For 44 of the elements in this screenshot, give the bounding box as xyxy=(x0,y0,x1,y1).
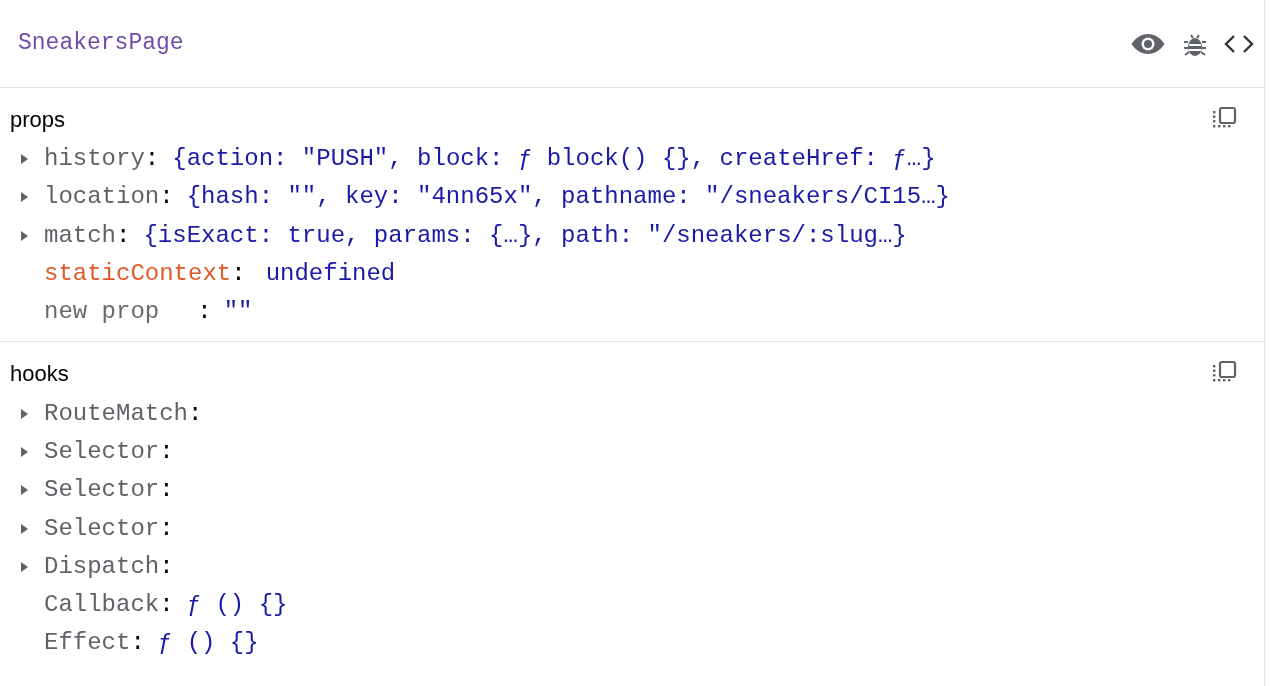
colon: : xyxy=(159,513,174,544)
section-title: hooks xyxy=(10,360,69,388)
prop-name: location xyxy=(44,182,160,213)
colon: : xyxy=(130,628,145,659)
eye-icon[interactable] xyxy=(1130,31,1166,56)
prop-name: Dispatch xyxy=(44,551,160,582)
prop-name: RouteMatch xyxy=(44,398,189,429)
colon: : xyxy=(159,475,174,506)
expand-arrow-icon[interactable] xyxy=(20,191,29,204)
prop-value: ƒ () {} xyxy=(186,590,288,621)
prop-value: ƒ () {} xyxy=(157,628,259,659)
colon: : xyxy=(159,436,174,467)
prop-name: new prop xyxy=(44,297,160,328)
prop-name: history xyxy=(44,144,145,175)
expand-arrow-icon[interactable] xyxy=(20,407,29,420)
colon: : xyxy=(144,144,160,175)
prop-value: undefined xyxy=(265,259,396,290)
expand-arrow-icon[interactable] xyxy=(20,522,29,535)
prop-value: {isExact: true, params: {…}, path: "/sneakers/:slug…} xyxy=(143,220,907,251)
prop-name: Selector xyxy=(44,475,160,506)
component-title: SneakersPage xyxy=(18,29,184,59)
colon: : xyxy=(159,590,174,621)
prop-value: {hash: "", key: "4nn65x", pathname: "/sneakers/CI15…} xyxy=(186,182,950,213)
prop-name: staticContext xyxy=(44,259,232,290)
prop-name: Selector xyxy=(44,513,160,544)
code-icon[interactable] xyxy=(1224,32,1254,55)
expand-arrow-icon[interactable] xyxy=(20,229,29,242)
expand-arrow-icon[interactable] xyxy=(20,560,29,573)
expand-arrow-icon[interactable] xyxy=(20,445,29,458)
prop-value: "" xyxy=(223,297,253,328)
prop-name: Effect xyxy=(44,628,131,659)
colon: : xyxy=(188,398,203,429)
colon: : xyxy=(231,259,246,290)
expand-arrow-icon[interactable] xyxy=(20,153,29,166)
expand-arrow-icon[interactable] xyxy=(20,484,29,497)
prop-name: match xyxy=(44,220,116,251)
colon: : xyxy=(116,220,131,251)
colon: : xyxy=(159,182,174,213)
colon: : xyxy=(159,551,174,582)
colon: : xyxy=(197,297,212,328)
prop-name: Selector xyxy=(44,436,160,467)
prop-value: {action: "PUSH", block: ƒ block() {}, createHref: ƒ…} xyxy=(172,144,936,175)
section-title: props xyxy=(10,105,66,134)
prop-name: Callback xyxy=(44,590,160,621)
